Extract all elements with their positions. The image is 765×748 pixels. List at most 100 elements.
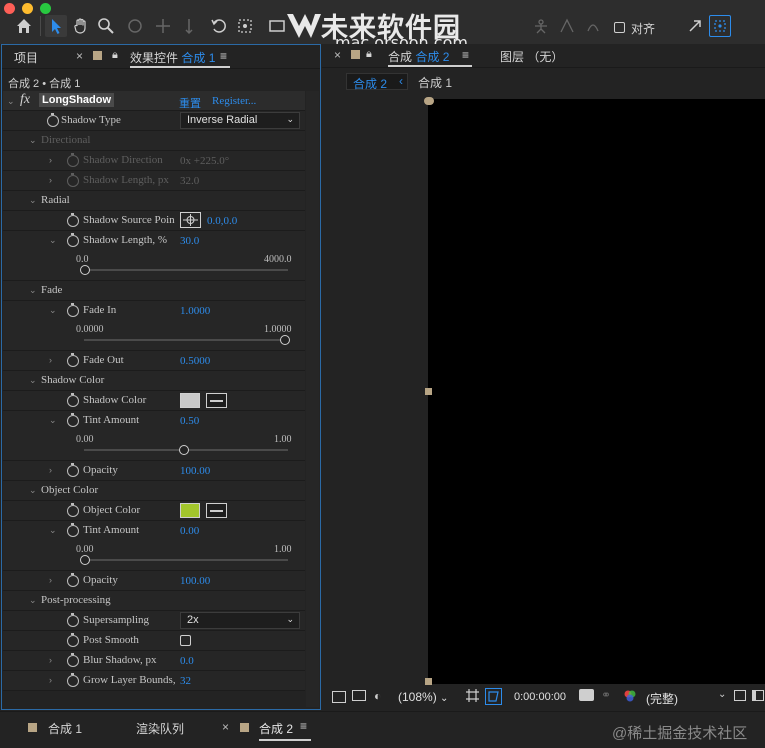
stopwatch-icon[interactable]	[67, 233, 79, 247]
collapse-triangle-icon[interactable]: ›	[49, 176, 58, 185]
stopwatch-icon[interactable]	[67, 503, 79, 517]
anchor-icon[interactable]	[152, 15, 174, 37]
expand-triangle-icon[interactable]: ⌄	[49, 526, 58, 535]
shadow-source-point-value[interactable]: 0.0,0.0	[207, 215, 237, 227]
snapping-icon[interactable]	[709, 15, 731, 37]
opacity-value[interactable]: 100.00	[180, 575, 210, 587]
collapse-triangle-icon[interactable]: ›	[49, 576, 58, 585]
stopwatch-icon[interactable]	[67, 653, 79, 667]
shadow-type-dropdown[interactable]: Inverse Radial ⌄	[180, 112, 300, 129]
stopwatch-icon[interactable]	[67, 393, 79, 407]
tint-amount-value[interactable]: 0.00	[180, 525, 199, 537]
sub-tab-active[interactable]: 合成 2 ‹	[346, 73, 408, 91]
stopwatch-icon[interactable]	[67, 573, 79, 587]
composition-canvas[interactable]	[428, 99, 765, 684]
undo-icon[interactable]	[208, 15, 230, 37]
expand-triangle-icon[interactable]: ⌄	[29, 596, 38, 605]
stopwatch-icon[interactable]	[67, 413, 79, 427]
resolution-dropdown[interactable]: (完整)	[646, 690, 678, 707]
grow-layer-bounds-value[interactable]: 32	[180, 675, 191, 687]
layer-handle[interactable]	[425, 678, 432, 685]
expand-triangle-icon[interactable]: ⌄	[49, 236, 58, 245]
shadow-length-px-value[interactable]: 32.0	[180, 175, 199, 187]
close-tab-icon[interactable]: ×	[222, 720, 229, 734]
stopwatch-icon[interactable]	[67, 173, 79, 187]
color-channels-icon[interactable]	[623, 689, 637, 703]
lock-icon[interactable]: 🔒︎	[112, 49, 118, 62]
tab-effect-controls[interactable]: 效果控件 合成 1	[130, 49, 215, 66]
layer-handle[interactable]	[424, 97, 434, 105]
tint-amount-slider-track[interactable]	[84, 559, 288, 561]
zoom-window-button[interactable]	[40, 3, 51, 14]
expand-icon[interactable]	[684, 15, 706, 37]
tint-amount-slider-knob[interactable]	[80, 555, 90, 565]
stopwatch-icon[interactable]	[47, 113, 59, 127]
zoom-icon[interactable]	[95, 15, 117, 37]
blur-shadow-value[interactable]: 0.0	[180, 655, 194, 667]
tab-composition[interactable]: 合成 合成 2	[388, 48, 449, 65]
fade-out-value[interactable]: 0.5000	[180, 355, 210, 367]
camera-icon[interactable]	[579, 689, 594, 701]
shadow-length-pct-value[interactable]: 30.0	[180, 235, 199, 247]
panel-menu-icon[interactable]: ≡	[300, 719, 307, 733]
tint-amount-slider-knob[interactable]	[179, 445, 189, 455]
collapse-triangle-icon[interactable]: ›	[49, 676, 58, 685]
stopwatch-icon[interactable]	[67, 213, 79, 227]
sub-tab-comp-1[interactable]: 合成 1	[418, 74, 452, 91]
eyedropper-icon[interactable]	[206, 393, 227, 408]
collapse-triangle-icon[interactable]: ›	[49, 156, 58, 165]
chevron-down-icon[interactable]: ⌄	[718, 689, 726, 700]
post-smooth-checkbox[interactable]	[180, 635, 191, 646]
panel-menu-icon[interactable]: ≡	[220, 49, 227, 63]
snapshot-icon[interactable]	[332, 691, 346, 703]
reset-link[interactable]: 重置	[179, 95, 201, 111]
home-icon[interactable]	[13, 15, 35, 37]
stopwatch-icon[interactable]	[67, 353, 79, 367]
layer-handle[interactable]	[425, 388, 432, 395]
fade-in-slider-knob[interactable]	[280, 335, 290, 345]
hand-icon[interactable]	[70, 15, 92, 37]
collapse-triangle-icon[interactable]: ›	[49, 356, 58, 365]
expand-triangle-icon[interactable]: ⌄	[49, 416, 58, 425]
link-icon[interactable]: ⚭	[601, 688, 611, 702]
snap-icon[interactable]	[234, 15, 256, 37]
close-window-button[interactable]	[4, 3, 15, 14]
transparency-grid-icon[interactable]	[734, 690, 746, 701]
stopwatch-icon[interactable]	[67, 463, 79, 477]
stopwatch-icon[interactable]	[67, 613, 79, 627]
tab-comp-2[interactable]: 合成 2	[259, 720, 293, 737]
expand-triangle-icon[interactable]: ⌄	[29, 286, 38, 295]
minimize-window-button[interactable]	[22, 3, 33, 14]
expand-triangle-icon[interactable]: ⌄	[49, 306, 58, 315]
region-of-interest-icon[interactable]	[485, 688, 502, 705]
expand-triangle-icon[interactable]: ⌄	[29, 486, 38, 495]
supersampling-dropdown[interactable]: 2x ⌄	[180, 612, 300, 629]
collapse-triangle-icon[interactable]: ›	[49, 466, 58, 475]
effect-name[interactable]: LongShadow	[39, 93, 115, 107]
zoom-dropdown[interactable]: (108%) ⌄	[398, 690, 448, 704]
tab-project[interactable]: 项目	[14, 49, 38, 66]
object-color-swatch[interactable]	[180, 503, 200, 518]
scrollbar[interactable]	[306, 91, 319, 707]
lock-icon[interactable]: 🔒︎	[366, 48, 372, 61]
tab-layer[interactable]: 图层 （无）	[500, 48, 563, 65]
collapse-triangle-icon[interactable]: ›	[49, 656, 58, 665]
eyedropper-icon[interactable]	[206, 503, 227, 518]
view-layout-icon[interactable]	[752, 690, 764, 701]
close-tab-icon[interactable]: ×	[76, 49, 83, 63]
panel-menu-icon[interactable]: ≡	[462, 48, 469, 62]
tab-render-queue[interactable]: 渲染队列	[136, 720, 184, 737]
mask-icon[interactable]: ◐	[374, 689, 381, 703]
expand-triangle-icon[interactable]: ⌄	[29, 376, 38, 385]
expand-triangle-icon[interactable]: ⌄	[29, 136, 38, 145]
fade-in-slider-track[interactable]	[84, 339, 288, 341]
expand-triangle-icon[interactable]: ⌄	[7, 97, 16, 106]
shadow-color-swatch[interactable]	[180, 393, 200, 408]
monitor-icon[interactable]	[352, 690, 366, 701]
tab-comp-1[interactable]: 合成 1	[48, 720, 82, 737]
stopwatch-icon[interactable]	[67, 523, 79, 537]
tint-amount-value[interactable]: 0.50	[180, 415, 199, 427]
crosshair-point-icon[interactable]	[180, 212, 201, 228]
shadow-direction-value[interactable]: 0x +225.0°	[180, 155, 229, 167]
register-link[interactable]: Register...	[212, 95, 256, 107]
